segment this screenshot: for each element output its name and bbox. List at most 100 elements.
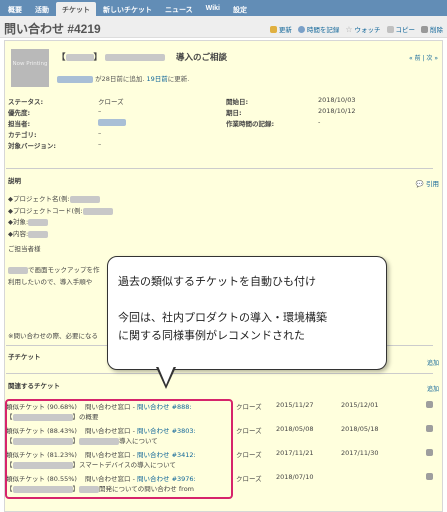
description-line: ◆内容:	[8, 228, 49, 238]
redacted-text	[28, 230, 49, 238]
attr-value: –	[98, 140, 102, 148]
tab-activity[interactable]: 活動	[29, 2, 55, 16]
issue-actions: 更新 時間を記録 ☆ ウォッチ コピー 削除	[269, 24, 443, 35]
redacted-text	[28, 218, 49, 226]
remove-relation-icon[interactable]	[426, 449, 433, 456]
attr-value: –	[98, 129, 102, 137]
related-due-date: 2015/12/01	[341, 401, 379, 409]
callout-line: 過去の類似するチケットを自動ひも付け	[118, 275, 316, 288]
attr-label: 開始日:	[226, 98, 249, 106]
annotation-callout: 過去の類似するチケットを自動ひも付け 今回は、社内プロダクトの導入・環境構築 に…	[107, 256, 387, 370]
delete-button[interactable]: 削除	[421, 24, 443, 34]
watch-button[interactable]: ☆ ウォッチ	[345, 24, 381, 35]
avatar: Now Printing	[11, 49, 49, 87]
redacted-text	[98, 118, 126, 126]
copy-icon	[386, 25, 394, 33]
remove-relation-icon[interactable]	[426, 425, 433, 432]
edit-icon	[269, 25, 277, 33]
tab-news[interactable]: ニュース	[159, 2, 199, 16]
attr-row: 優先度: – 期日: 2018/10/12	[8, 107, 428, 118]
issue-attributes: ステータス: クローズ 開始日: 2018/10/03 優先度: – 期日: 2…	[8, 96, 428, 151]
page-title: 問い合わせ #4219	[4, 22, 101, 36]
author-text: が28日前に追加.	[95, 75, 147, 83]
attr-value: -	[318, 118, 321, 126]
redacted-text	[82, 207, 113, 215]
related-start-date: 2018/07/10	[276, 473, 314, 481]
redacted-text	[69, 195, 100, 203]
note-line: ※問い合わせの際、必要になる	[8, 332, 98, 340]
description-line: 利用したいので、導入手順や	[8, 278, 93, 286]
top-nav: 概要 活動 チケット 新しいチケット ニュース Wiki 設定	[0, 0, 447, 16]
tab-issues[interactable]: チケット	[56, 2, 96, 16]
attr-label: 期日:	[226, 109, 242, 117]
clock-icon	[297, 25, 305, 33]
tab-settings[interactable]: 設定	[227, 2, 253, 16]
callout-line: 今回は、社内プロダクトの導入・環境構築	[118, 311, 327, 324]
redacted-text	[105, 54, 166, 61]
watch-label: ウォッチ	[354, 26, 381, 34]
copy-label: コピー	[395, 26, 416, 34]
related-due-date: 2018/05/18	[341, 425, 379, 433]
trash-icon	[421, 25, 428, 33]
redacted-text	[8, 266, 28, 274]
description-line: ご担当者様	[8, 245, 41, 253]
remove-relation-icon[interactable]	[426, 473, 433, 480]
attr-label: ステータス:	[8, 98, 44, 106]
tab-new-issue[interactable]: 新しいチケット	[97, 2, 158, 16]
attr-label: 優先度:	[8, 109, 31, 117]
attr-value: –	[98, 107, 102, 115]
update-label: 更新	[278, 26, 292, 34]
attr-row: 対象バージョン: –	[8, 140, 428, 151]
log-time-button[interactable]: 時間を記録	[297, 24, 340, 34]
attr-label: 対象バージョン:	[8, 142, 56, 150]
delete-label: 削除	[430, 26, 443, 34]
similar-tickets-highlight	[5, 399, 233, 499]
author-link[interactable]	[57, 75, 93, 83]
copy-button[interactable]: コピー	[386, 24, 416, 34]
callout-line: に関する同様事例がレコメンドされた	[118, 329, 305, 342]
attr-row: カテゴリ: –	[8, 129, 428, 140]
attr-label: 作業時間の記録:	[226, 120, 275, 128]
redacted-text	[65, 54, 94, 61]
description-heading: 説明	[8, 177, 21, 185]
related-heading: 関連するチケット	[8, 382, 60, 390]
issue-header: 問い合わせ #4219 更新 時間を記録 ☆ ウォッチ コピー 削除	[0, 16, 447, 38]
prev-next-nav[interactable]: « 前 | 次 »	[409, 53, 438, 62]
related-due-date: 2017/11/30	[341, 449, 379, 457]
attr-value: 2018/10/12	[318, 107, 356, 115]
divider	[6, 373, 433, 374]
update-button[interactable]: 更新	[269, 24, 292, 34]
description-text: ◆対象:	[8, 218, 29, 226]
quote-icon: 💬	[415, 180, 424, 188]
subject-suffix: 導入のご相談	[176, 53, 228, 63]
description-line: ◆プロジェクト名(例:	[8, 193, 100, 203]
quote-label: 引用	[426, 180, 439, 188]
attr-label: 担当者:	[8, 120, 31, 128]
description-text: ◆プロジェクトコード(例:	[8, 207, 83, 215]
description-text: で画面モックアップを作	[28, 266, 100, 274]
description-line: で画面モックアップを作	[8, 264, 100, 274]
tab-wiki[interactable]: Wiki	[200, 2, 226, 16]
related-status: クローズ	[236, 403, 262, 411]
add-relation-link[interactable]: 追加	[427, 384, 439, 393]
log-time-label: 時間を記録	[306, 26, 340, 34]
attr-value: クローズ	[98, 98, 124, 106]
quote-button[interactable]: 💬 引用	[416, 178, 439, 188]
subject-prefix: 【	[57, 53, 66, 63]
related-status: クローズ	[236, 427, 262, 435]
remove-relation-icon[interactable]	[426, 401, 433, 408]
add-subtask-link[interactable]: 追加	[427, 358, 439, 367]
description-text: ◆内容:	[8, 230, 29, 238]
tab-overview[interactable]: 概要	[2, 2, 28, 16]
subtasks-heading: 子チケット	[8, 353, 41, 361]
description-line: ◆対象:	[8, 216, 49, 226]
updated-link[interactable]: 19日前	[146, 75, 167, 83]
assignee-link[interactable]	[98, 118, 126, 126]
related-start-date: 2017/11/21	[276, 449, 314, 457]
attr-row: 担当者: 作業時間の記録: -	[8, 118, 428, 129]
callout-pointer-fill	[158, 366, 174, 385]
related-start-date: 2015/11/27	[276, 401, 314, 409]
related-start-date: 2018/05/08	[276, 425, 314, 433]
author-text2: に更新.	[167, 75, 190, 83]
issue-subject: 【 】 導入のご相談	[57, 51, 227, 63]
